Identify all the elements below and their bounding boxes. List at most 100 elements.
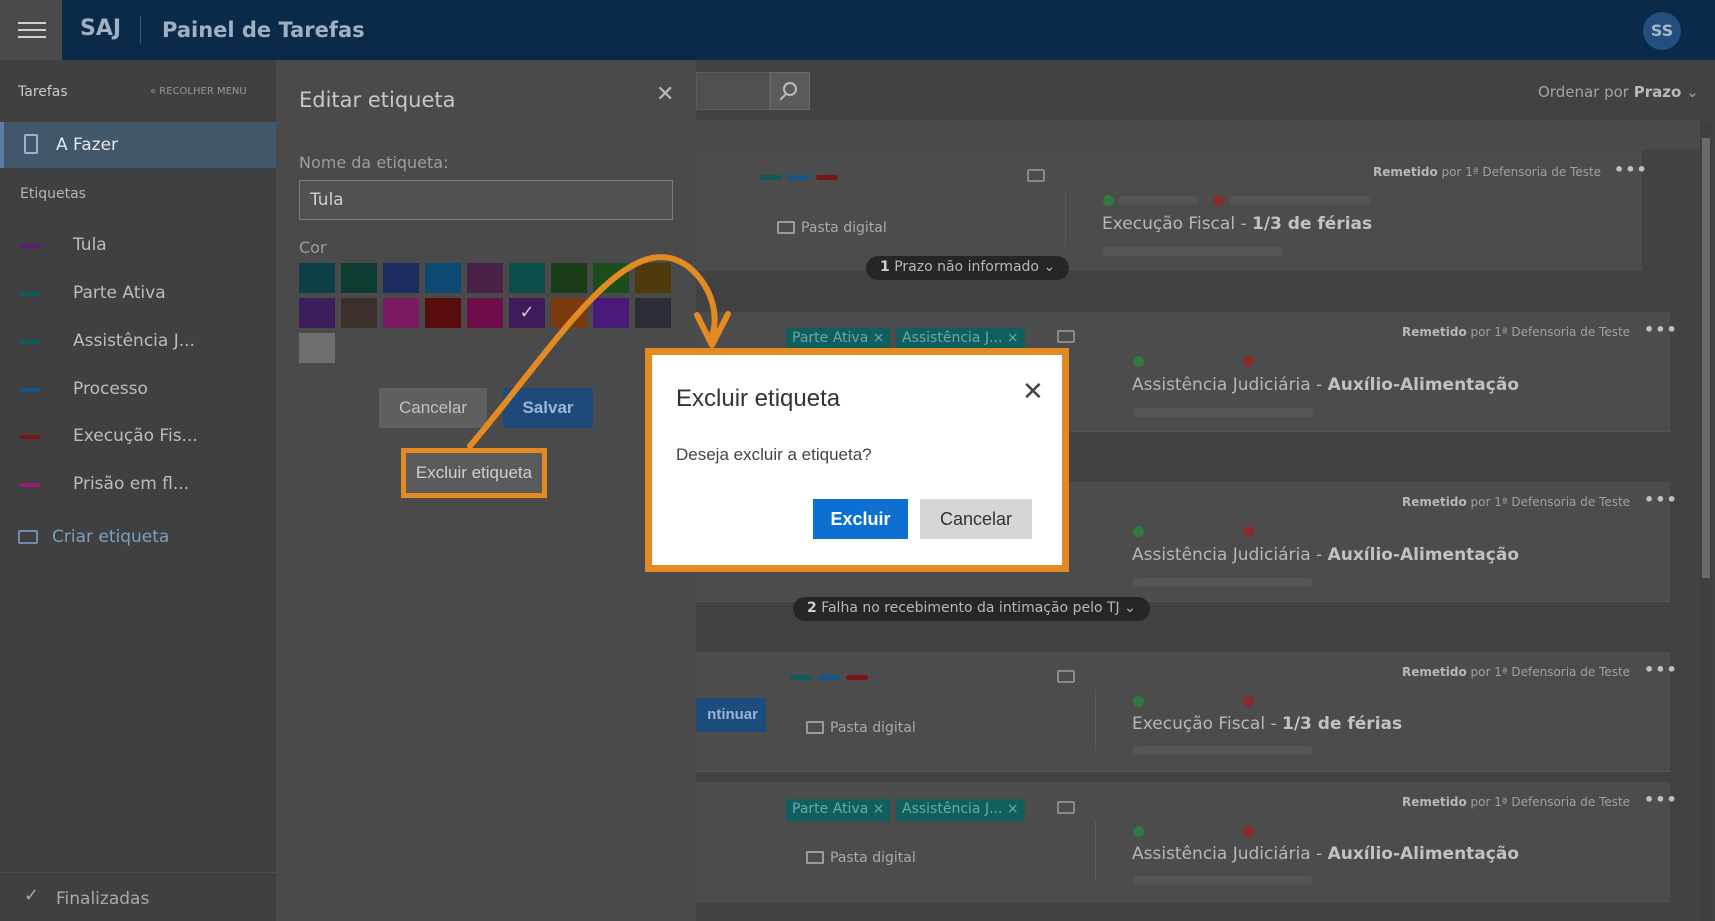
divider xyxy=(140,16,141,44)
chevron-down-icon: ⌄ xyxy=(1124,600,1136,616)
save-button[interactable]: Salvar xyxy=(503,388,593,428)
continue-button[interactable]: ntinuar xyxy=(696,698,766,732)
chevron-down-icon: ⌄ xyxy=(1686,83,1699,101)
blurred-text xyxy=(1230,196,1370,205)
more-options-icon[interactable]: ••• xyxy=(1644,320,1678,339)
subject-class: Assistência Judiciária - xyxy=(1132,375,1328,395)
folder-label: Pasta digital xyxy=(830,850,916,866)
label-name-input[interactable] xyxy=(299,180,673,220)
color-swatch[interactable] xyxy=(383,298,419,328)
color-swatch[interactable] xyxy=(509,263,545,293)
cancel-button[interactable]: Cancelar xyxy=(920,499,1032,539)
sidebar-item-label: Parte Ativa xyxy=(73,283,166,303)
sort-label: Ordenar por xyxy=(1538,83,1629,101)
more-options-icon[interactable]: ••• xyxy=(1644,790,1678,809)
scrollbar[interactable] xyxy=(1700,122,1712,921)
more-options-icon[interactable]: ••• xyxy=(1644,490,1678,509)
sent-suffix: por 1ª Defensoria de Teste xyxy=(1470,665,1631,679)
digital-folder-link[interactable]: Pasta digital xyxy=(806,720,916,736)
scrollbar-thumb[interactable] xyxy=(1702,138,1710,578)
sidebar-item-finalizadas[interactable]: ✓ Finalizadas xyxy=(0,872,276,921)
color-swatch[interactable] xyxy=(341,298,377,328)
computer-icon[interactable] xyxy=(1027,169,1045,182)
sent-by-info: Remetido por 1ª Defensoria de Teste xyxy=(1402,325,1630,339)
color-swatch[interactable] xyxy=(593,263,629,293)
sent-prefix: Remetido xyxy=(1402,665,1467,679)
computer-icon[interactable] xyxy=(1057,670,1075,683)
sent-by-info: Remetido por 1ª Defensoria de Teste xyxy=(1402,795,1630,809)
plus-icon xyxy=(1133,526,1144,537)
sidebar-label-item[interactable]: Tula xyxy=(0,226,276,266)
minus-icon xyxy=(1213,195,1224,206)
search-input[interactable] xyxy=(696,72,770,110)
sent-suffix: por 1ª Defensoria de Teste xyxy=(1441,165,1602,179)
sent-suffix: por 1ª Defensoria de Teste xyxy=(1470,795,1631,809)
delete-label-button[interactable]: Excluir etiqueta xyxy=(401,448,547,498)
more-options-icon[interactable]: ••• xyxy=(1644,660,1678,679)
folder-icon xyxy=(806,721,824,734)
more-options-icon[interactable]: ••• xyxy=(1614,160,1648,179)
digital-folder-link[interactable]: Pasta digital xyxy=(806,850,916,866)
brand-logo[interactable]: SAJ xyxy=(80,16,121,41)
color-swatch[interactable] xyxy=(341,263,377,293)
cancel-button[interactable]: Cancelar xyxy=(379,388,487,428)
sidebar-item-label: A Fazer xyxy=(56,135,119,155)
hamburger-menu-button[interactable] xyxy=(0,0,62,60)
color-swatch[interactable] xyxy=(551,263,587,293)
close-icon[interactable]: ✕ xyxy=(1022,377,1044,407)
color-swatch[interactable] xyxy=(299,263,335,293)
tag-chip[interactable]: Parte Ativa × xyxy=(786,328,891,350)
computer-icon[interactable] xyxy=(1057,801,1075,814)
sidebar-item-label: Tula xyxy=(73,235,107,255)
color-swatch[interactable] xyxy=(467,263,503,293)
sidebar-item-label: Execução Fis... xyxy=(73,426,198,446)
sidebar-item-label: Prisão em fl... xyxy=(73,474,190,494)
sidebar-label-item[interactable]: Execução Fis... xyxy=(0,417,276,457)
color-swatch[interactable] xyxy=(299,333,335,363)
color-swatch[interactable] xyxy=(467,298,503,328)
sort-dropdown[interactable]: Ordenar por Prazo ⌄ xyxy=(1538,83,1699,101)
plus-icon xyxy=(1133,826,1144,837)
color-swatch[interactable] xyxy=(635,263,671,293)
create-label-text: Criar etiqueta xyxy=(52,527,170,547)
digital-folder-link[interactable]: Pasta digital xyxy=(777,220,887,236)
sent-prefix: Remetido xyxy=(1402,795,1467,809)
color-swatch[interactable] xyxy=(299,298,335,328)
subject-topic: Auxílio-Alimentação xyxy=(1327,844,1520,864)
color-swatch[interactable] xyxy=(425,298,461,328)
collapse-menu-button[interactable]: « RECOLHER MENU xyxy=(150,86,247,97)
color-swatch[interactable] xyxy=(635,298,671,328)
avatar[interactable]: SS xyxy=(1643,12,1681,50)
computer-icon[interactable] xyxy=(1057,330,1075,343)
deadline-group-pill[interactable]: 1 Prazo não informado ⌄ xyxy=(866,256,1070,280)
minus-icon xyxy=(1243,526,1254,537)
color-swatch[interactable] xyxy=(551,298,587,328)
plus-icon xyxy=(1133,356,1144,367)
subject-topic: Auxílio-Alimentação xyxy=(1327,375,1520,395)
plus-icon xyxy=(1103,195,1114,206)
tag-chip[interactable]: Assistência J... × xyxy=(896,328,1025,350)
sidebar-header: Tarefas xyxy=(18,84,68,100)
tag-chip[interactable]: Parte Ativa × xyxy=(786,799,891,821)
search-button[interactable] xyxy=(770,72,810,110)
sidebar-item-a-fazer[interactable]: A Fazer xyxy=(0,122,276,168)
color-swatch-selected[interactable]: ✓ xyxy=(509,298,545,328)
minus-icon xyxy=(1243,356,1254,367)
sidebar-label-item[interactable]: Prisão em fl... xyxy=(0,465,276,505)
check-icon: ✓ xyxy=(24,885,40,906)
close-icon[interactable]: ✕ xyxy=(656,82,674,107)
tag-chip[interactable]: Assistência J... × xyxy=(896,799,1025,821)
sidebar-label-item[interactable]: Parte Ativa xyxy=(0,274,276,314)
sidebar-item-label: Processo xyxy=(73,379,148,399)
subject-class: Assistência Judiciária - xyxy=(1132,844,1328,864)
create-label-button[interactable]: Criar etiqueta xyxy=(18,527,169,547)
color-swatch[interactable] xyxy=(383,263,419,293)
color-swatch[interactable] xyxy=(425,263,461,293)
deadline-group-pill[interactable]: 2 Falha no recebimento da intimação pelo… xyxy=(793,597,1150,621)
confirm-delete-button[interactable]: Excluir xyxy=(813,499,908,539)
color-swatch[interactable] xyxy=(593,298,629,328)
sidebar-label-item[interactable]: Assistência J... xyxy=(0,322,276,362)
divider xyxy=(1095,690,1096,750)
sidebar-label-item[interactable]: Processo xyxy=(0,370,276,410)
dialog-title: Excluir etiqueta xyxy=(676,385,841,412)
